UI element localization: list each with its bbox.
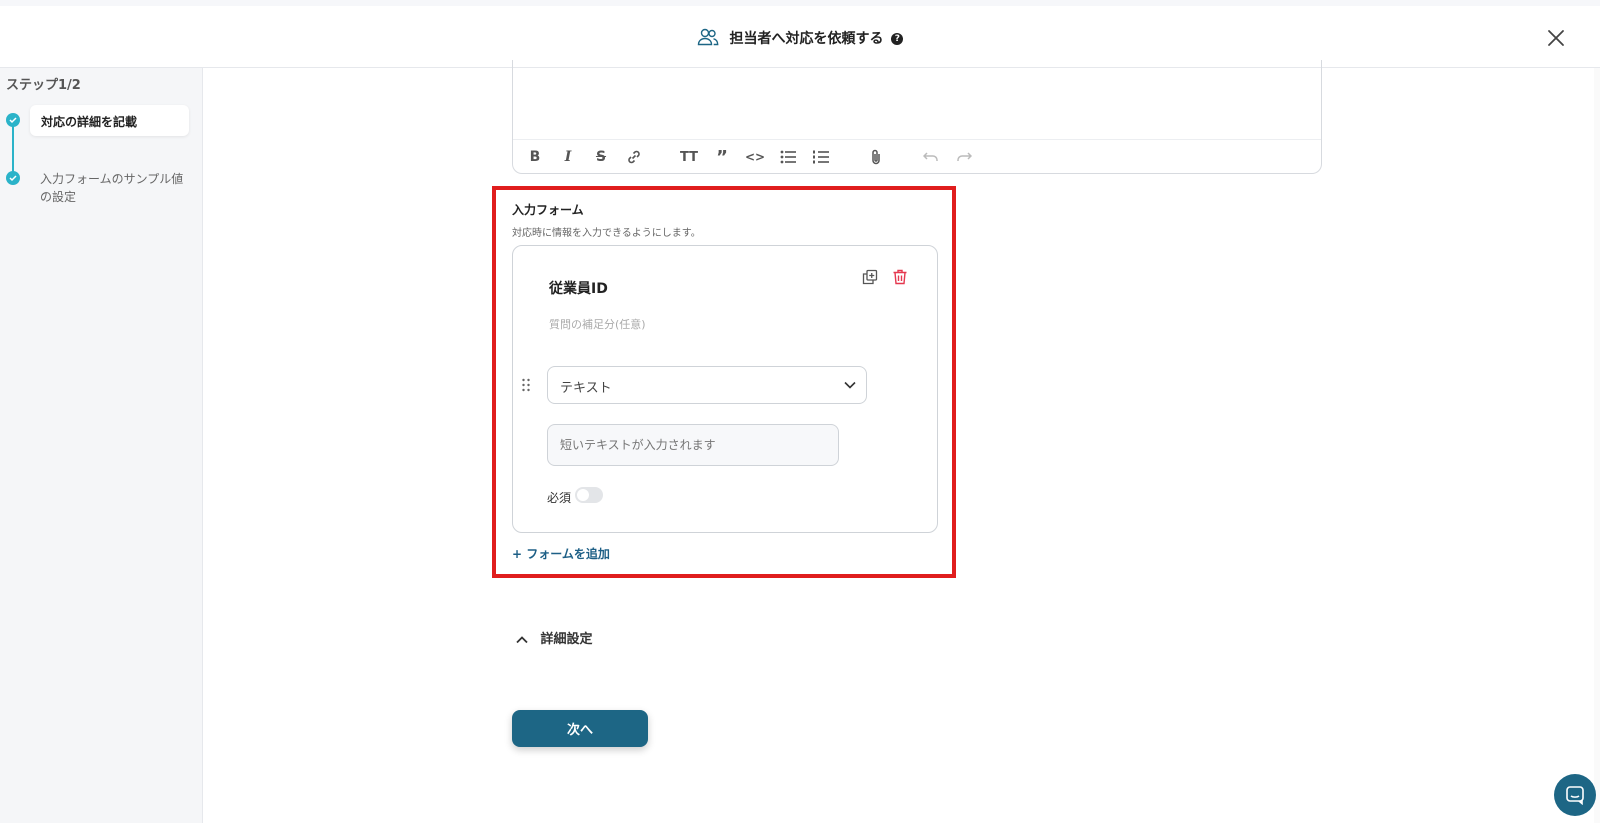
redo-icon[interactable] — [954, 147, 974, 167]
step-1-check-icon — [6, 113, 20, 127]
close-icon[interactable] — [1542, 24, 1570, 52]
step-counter: ステップ1/2 — [6, 78, 81, 93]
drag-handle-icon[interactable] — [521, 378, 531, 392]
bullet-list-icon[interactable] — [778, 147, 798, 167]
numbered-list-icon[interactable] — [811, 147, 831, 167]
answer-type-value: テキスト — [560, 381, 612, 396]
chevron-down-icon — [844, 381, 856, 389]
scrollbar-track[interactable] — [1594, 68, 1600, 823]
strikethrough-icon[interactable]: S — [591, 147, 611, 167]
italic-icon[interactable]: I — [558, 147, 578, 167]
step-connector — [12, 120, 14, 178]
bold-icon[interactable]: B — [525, 147, 545, 167]
answer-type-select[interactable]: テキスト — [547, 366, 867, 404]
sidebar-step-details[interactable]: 対応の詳細を記載 — [30, 105, 189, 136]
trash-icon[interactable] — [891, 268, 909, 286]
rich-text-editor[interactable]: B I S TT ” <> — [512, 60, 1322, 174]
people-icon — [697, 28, 719, 50]
modal-title-text: 担当者へ対応を依頼する — [729, 31, 884, 47]
quote-icon[interactable]: ” — [712, 147, 732, 168]
advanced-settings-label: 詳細設定 — [540, 632, 593, 647]
chevron-up-icon — [516, 635, 528, 643]
heading-icon[interactable]: TT — [679, 147, 699, 167]
step-sidebar: ステップ1/2 対応の詳細を記載 入力フォームのサンプル値の設定 — [0, 68, 203, 823]
input-form-description: 対応時に情報を入力できるようにします。 — [512, 228, 701, 239]
question-supplement[interactable]: 質問の補足分(任意) — [549, 316, 646, 332]
question-title[interactable]: 従業員ID — [549, 278, 608, 298]
link-icon[interactable] — [624, 147, 644, 167]
required-toggle[interactable] — [575, 487, 603, 503]
chat-icon — [1566, 786, 1584, 805]
modal-header: 担当者へ対応を依頼する ? — [0, 6, 1600, 68]
modal-title: 担当者へ対応を依頼する ? — [0, 28, 1600, 50]
duplicate-icon[interactable] — [861, 268, 879, 286]
add-form-link[interactable]: + フォームを追加 — [512, 545, 610, 562]
code-icon[interactable]: <> — [745, 147, 765, 167]
advanced-settings-toggle[interactable]: 詳細設定 — [516, 628, 593, 647]
form-question-card: 従業員ID 質問の補足分(任意) テキスト 必須 — [512, 245, 938, 533]
sidebar-step-sample-values[interactable]: 入力フォームのサンプル値の設定 — [40, 170, 190, 206]
editor-toolbar: B I S TT ” <> — [513, 139, 1321, 173]
answer-preview-input[interactable] — [547, 424, 839, 466]
attachment-icon[interactable] — [866, 147, 886, 167]
step-2-check-icon — [6, 171, 20, 185]
required-label: 必須 — [547, 491, 572, 505]
help-icon[interactable]: ? — [891, 33, 904, 45]
undo-icon[interactable] — [921, 147, 941, 167]
next-button[interactable]: 次へ — [512, 710, 648, 747]
chat-launcher-button[interactable] — [1554, 774, 1596, 816]
input-form-title: 入力フォーム — [512, 203, 584, 217]
